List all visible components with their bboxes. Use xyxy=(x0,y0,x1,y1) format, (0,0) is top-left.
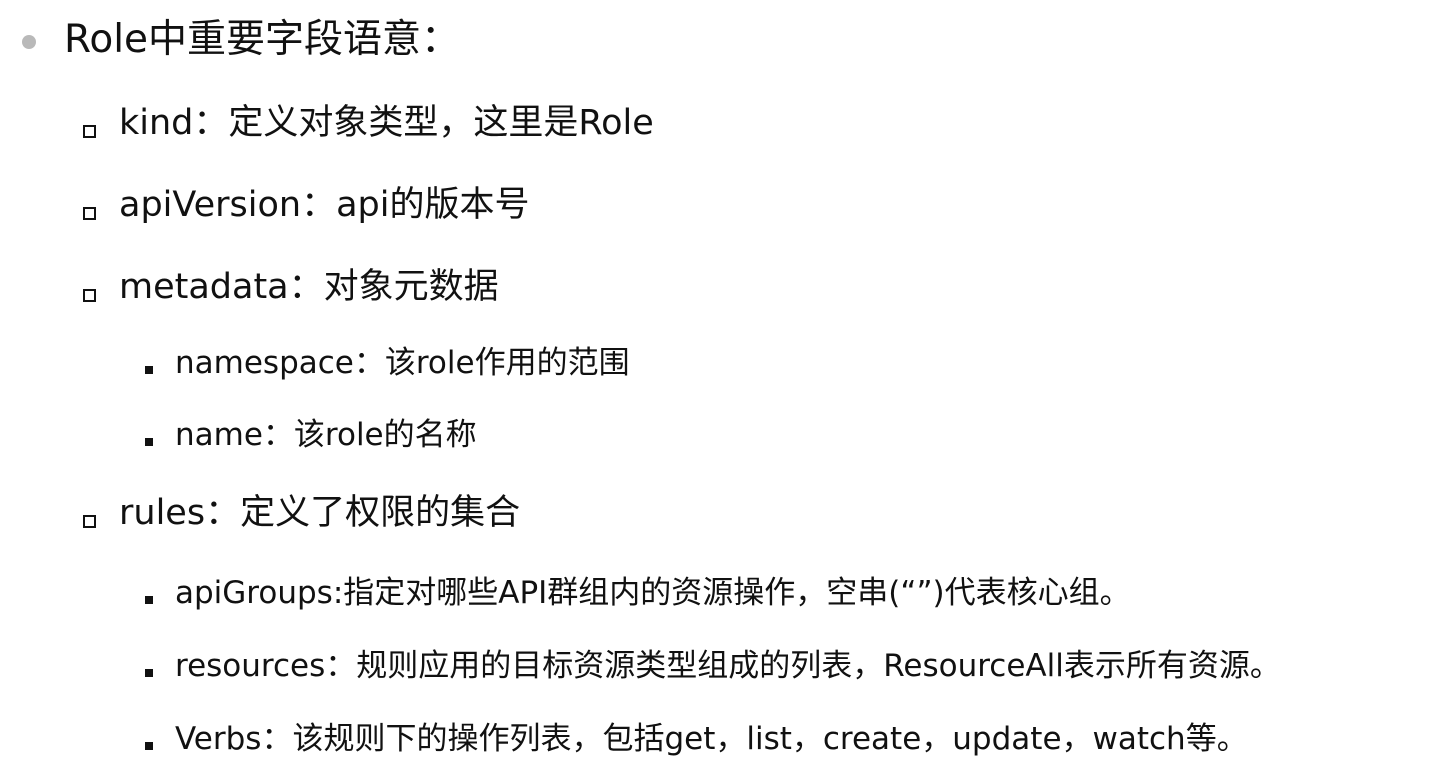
level3-bullet xyxy=(145,669,153,677)
level3-bullet xyxy=(145,742,153,750)
list-item-namespace: namespace：该role作用的范围 xyxy=(175,345,630,381)
level1-bullet xyxy=(22,35,36,49)
level2-bullet xyxy=(83,125,96,138)
level3-bullet xyxy=(145,438,153,446)
list-item-apiversion: apiVersion：api的版本号 xyxy=(119,185,530,225)
list-item-resources: resources：规则应用的目标资源类型组成的列表，ResourceAll表示… xyxy=(175,648,1281,684)
slide-heading: Role中重要字段语意： xyxy=(64,17,461,62)
list-item-apigroups: apiGroups:指定对哪些API群组内的资源操作，空串(“”)代表核心组。 xyxy=(175,575,1131,611)
list-item-metadata: metadata：对象元数据 xyxy=(119,267,499,307)
level2-bullet xyxy=(83,515,96,528)
list-item-kind: kind：定义对象类型，这里是Role xyxy=(119,103,654,143)
level2-bullet xyxy=(83,289,96,302)
level3-bullet xyxy=(145,366,153,374)
level3-bullet xyxy=(145,596,153,604)
level2-bullet xyxy=(83,207,96,220)
slide: Role中重要字段语意： kind：定义对象类型，这里是Role apiVers… xyxy=(0,0,1442,771)
list-item-name: name：该role的名称 xyxy=(175,417,477,453)
list-item-rules: rules：定义了权限的集合 xyxy=(119,493,521,533)
list-item-verbs: Verbs：该规则下的操作列表，包括get，list，create，update… xyxy=(175,721,1248,757)
